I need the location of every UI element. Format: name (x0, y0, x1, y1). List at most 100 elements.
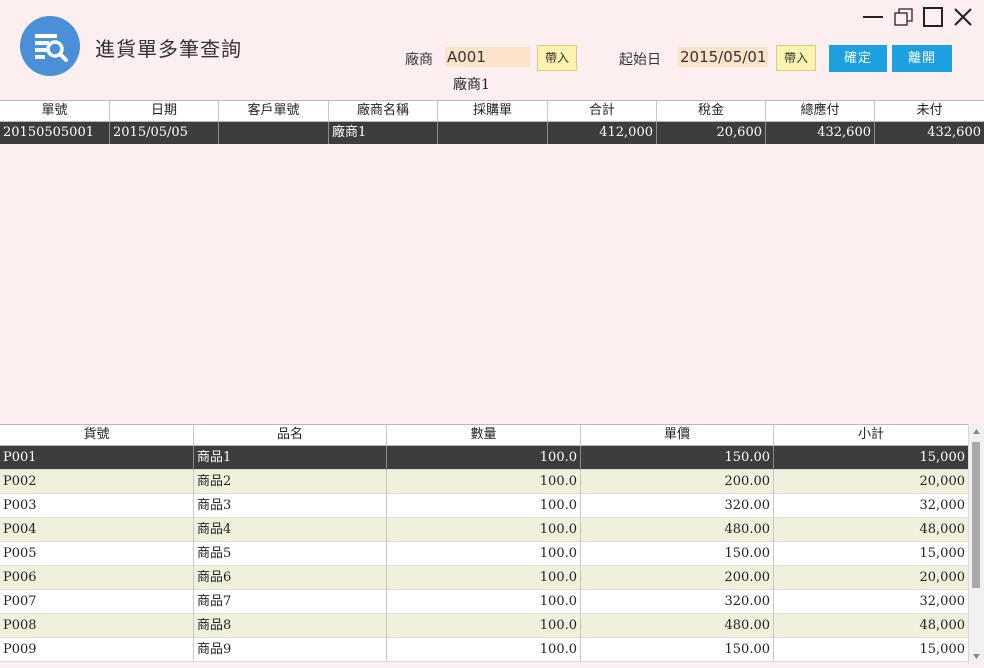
items-scrollbar[interactable] (968, 424, 984, 664)
table-row[interactable]: P006 商品6 100.0 200.00 20,000 (0, 566, 968, 590)
subtotal-cell: 15,000 (919, 546, 966, 561)
orders-header-vendor-name[interactable]: 廠商名稱 (329, 101, 438, 121)
scrollbar-thumb[interactable] (972, 442, 980, 588)
minimize-icon[interactable] (862, 6, 884, 28)
unit-price-cell: 480.00 (581, 518, 774, 542)
orders-header-customer-order-no[interactable]: 客戶單號 (219, 101, 329, 121)
items-header-product-name[interactable]: 品名 (194, 425, 387, 445)
items-body: P001 商品1 100.0 150.00 15,000 P002 商品2 100.0 200.… (0, 446, 968, 662)
close-icon[interactable] (952, 6, 974, 28)
orders-table: 單號 日期 客戶單號 廠商名稱 採購單 合計 稅金 總應付 未付 2015050… (0, 100, 984, 144)
vendor-code-field[interactable]: A001 (445, 47, 530, 67)
subtotal-cell: 15,000 (919, 450, 966, 465)
vendor-import-button[interactable]: 帶入 (537, 45, 577, 71)
product-name-cell: 商品3 (194, 494, 387, 518)
orders-header-unpaid[interactable]: 未付 (875, 101, 984, 121)
item-no-cell: P001 (0, 446, 194, 470)
item-no-cell: P006 (0, 566, 194, 590)
orders-header-total[interactable]: 合計 (548, 101, 657, 121)
exit-button[interactable]: 離開 (892, 45, 952, 72)
tax-cell: 20,600 (657, 122, 766, 144)
product-name-cell: 商品4 (194, 518, 387, 542)
quantity-cell: 100.0 (387, 470, 581, 494)
items-header-quantity[interactable]: 數量 (387, 425, 581, 445)
subtotal-cell: 48,000 (919, 618, 966, 633)
orders-header-date[interactable]: 日期 (110, 101, 219, 121)
table-row[interactable]: P007 商品7 100.0 320.00 32,000 (0, 590, 968, 614)
items-header-subtotal[interactable]: 小計 (774, 425, 968, 445)
product-name-cell: 商品6 (194, 566, 387, 590)
total-payable-cell: 432,600 (766, 122, 875, 144)
total-cell: 412,000 (548, 122, 657, 144)
scroll-down-icon[interactable] (969, 648, 984, 664)
quantity-cell: 100.0 (387, 590, 581, 614)
subtotal-cell: 20,000 (919, 474, 966, 489)
product-name-cell: 商品1 (194, 446, 387, 470)
unit-price-cell: 150.00 (581, 638, 774, 662)
vendor-name-text: 廠商1 (453, 77, 490, 93)
table-row[interactable]: P008 商品8 100.0 480.00 48,000 (0, 614, 968, 638)
window-title: 進貨單多筆查詢 (95, 37, 242, 61)
items-header-unit-price[interactable]: 單價 (581, 425, 774, 445)
item-no-cell: P007 (0, 590, 194, 614)
quantity-cell: 100.0 (387, 614, 581, 638)
item-no-cell: P004 (0, 518, 194, 542)
unit-price-cell: 480.00 (581, 614, 774, 638)
subtotal-cell: 15,000 (919, 642, 966, 657)
orders-header-tax[interactable]: 稅金 (657, 101, 766, 121)
purchase-order-cell (438, 122, 548, 144)
quantity-cell: 100.0 (387, 494, 581, 518)
vendor-name-cell: 廠商1 (329, 122, 438, 144)
orders-header-purchase-order[interactable]: 採購單 (438, 101, 548, 121)
unit-price-cell: 200.00 (581, 566, 774, 590)
orders-header-total-payable[interactable]: 總應付 (766, 101, 875, 121)
unit-price-cell: 150.00 (581, 446, 774, 470)
scroll-up-icon[interactable] (969, 424, 984, 440)
start-date-field[interactable]: 2015/05/01 (678, 47, 768, 67)
table-row[interactable]: P005 商品5 100.0 150.00 15,000 (0, 542, 968, 566)
product-name-cell: 商品5 (194, 542, 387, 566)
items-table: 貨號 品名 數量 單價 小計 P001 商品1 100.0 150.00 15,000 P… (0, 424, 968, 662)
order-no-cell: 20150505001 (0, 122, 110, 144)
item-no-cell: P005 (0, 542, 194, 566)
quantity-cell: 100.0 (387, 446, 581, 470)
orders-header-order-no[interactable]: 單號 (0, 101, 110, 121)
subtotal-cell: 32,000 (919, 498, 966, 513)
table-row[interactable]: 20150505001 2015/05/05 廠商1 412,000 20,60… (0, 122, 984, 144)
table-row[interactable]: P004 商品4 100.0 480.00 48,000 (0, 518, 968, 542)
start-date-label: 起始日 (619, 52, 661, 68)
product-name-cell: 商品2 (194, 470, 387, 494)
item-no-cell: P002 (0, 470, 194, 494)
vendor-label: 廠商 (405, 52, 433, 68)
app-search-document-icon (20, 16, 80, 76)
unit-price-cell: 200.00 (581, 470, 774, 494)
unit-price-cell: 320.00 (581, 494, 774, 518)
subtotal-cell: 20,000 (919, 570, 966, 585)
items-header-item-no[interactable]: 貨號 (0, 425, 194, 445)
items-header-row: 貨號 品名 數量 單價 小計 (0, 424, 968, 446)
quantity-cell: 100.0 (387, 518, 581, 542)
product-name-cell: 商品7 (194, 590, 387, 614)
table-row[interactable]: P002 商品2 100.0 200.00 20,000 (0, 470, 968, 494)
quantity-cell: 100.0 (387, 542, 581, 566)
table-row[interactable]: P003 商品3 100.0 320.00 32,000 (0, 494, 968, 518)
unit-price-cell: 320.00 (581, 590, 774, 614)
item-no-cell: P003 (0, 494, 194, 518)
product-name-cell: 商品8 (194, 614, 387, 638)
restore-icon[interactable] (893, 6, 915, 28)
table-row[interactable]: P001 商品1 100.0 150.00 15,000 (0, 446, 968, 470)
maximize-icon[interactable] (922, 6, 944, 28)
subtotal-cell: 48,000 (919, 522, 966, 537)
quantity-cell: 100.0 (387, 566, 581, 590)
order-date-cell: 2015/05/05 (110, 122, 219, 144)
confirm-button[interactable]: 確定 (829, 45, 887, 72)
item-no-cell: P009 (0, 638, 194, 662)
subtotal-cell: 32,000 (919, 594, 966, 609)
table-row[interactable]: P009 商品9 100.0 150.00 15,000 (0, 638, 968, 662)
unpaid-cell: 432,600 (927, 125, 981, 140)
item-no-cell: P008 (0, 614, 194, 638)
customer-order-no-cell (219, 122, 329, 144)
date-import-button[interactable]: 帶入 (776, 45, 816, 71)
orders-header-row: 單號 日期 客戶單號 廠商名稱 採購單 合計 稅金 總應付 未付 (0, 100, 984, 122)
unit-price-cell: 150.00 (581, 542, 774, 566)
